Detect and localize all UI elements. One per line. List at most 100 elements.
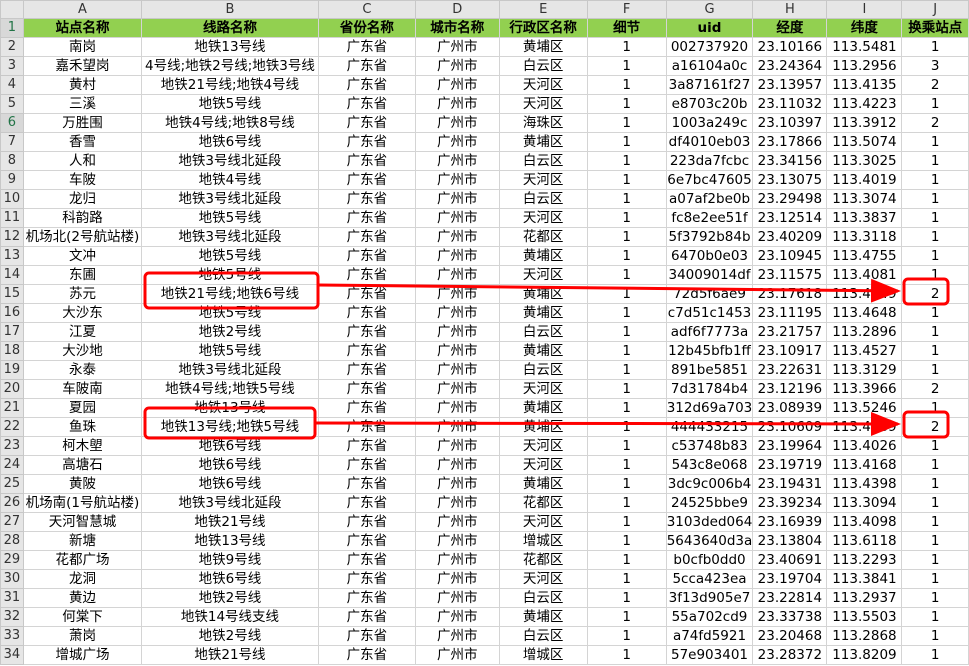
cell-g18[interactable]: 12b45bfb1ff [665, 341, 754, 361]
cell-f29[interactable]: 1 [586, 550, 667, 570]
cell-d5[interactable]: 广州市 [414, 94, 500, 114]
cell-a21[interactable]: 夏园 [22, 398, 143, 418]
cell-e6[interactable]: 海珠区 [498, 113, 588, 133]
cell-b29[interactable]: 地铁9号线 [141, 550, 319, 570]
cell-j4[interactable]: 2 [901, 75, 969, 95]
cell-c16[interactable]: 广东省 [317, 303, 416, 323]
cell-a27[interactable]: 天河智慧城 [22, 512, 143, 532]
cell-j21[interactable]: 1 [901, 398, 969, 418]
cell-g26[interactable]: 24525bbe9 [665, 493, 754, 513]
cell-g8[interactable]: 223da7fcbc [665, 151, 754, 171]
cell-b24[interactable]: 地铁6号线 [141, 455, 319, 475]
cell-d15[interactable]: 广州市 [414, 284, 500, 304]
cell-b4[interactable]: 地铁21号线;地铁4号线 [141, 75, 319, 95]
cell-e3[interactable]: 白云区 [498, 56, 588, 76]
cell-a8[interactable]: 人和 [22, 151, 143, 171]
cell-b25[interactable]: 地铁6号线 [141, 474, 319, 494]
cell-h5[interactable]: 23.11032 [752, 94, 828, 114]
cell-h31[interactable]: 23.22814 [752, 588, 828, 608]
cell-i4[interactable]: 113.4135 [826, 75, 903, 95]
cell-j28[interactable]: 1 [901, 531, 969, 551]
cell-f17[interactable]: 1 [586, 322, 667, 342]
cell-a15[interactable]: 苏元 [22, 284, 143, 304]
cell-c17[interactable]: 广东省 [317, 322, 416, 342]
column-header-b[interactable]: B [141, 0, 319, 19]
cell-g24[interactable]: 543c8e068 [665, 455, 754, 475]
cell-c30[interactable]: 广东省 [317, 569, 416, 589]
row-number[interactable]: 1 [0, 18, 24, 38]
cell-d14[interactable]: 广州市 [414, 265, 500, 285]
cell-f27[interactable]: 1 [586, 512, 667, 532]
header-cell-e[interactable]: 行政区名称 [498, 18, 588, 38]
cell-g27[interactable]: 3103ded064 [665, 512, 754, 532]
cell-c4[interactable]: 广东省 [317, 75, 416, 95]
cell-g31[interactable]: 3f13d905e7 [665, 588, 754, 608]
cell-f30[interactable]: 1 [586, 569, 667, 589]
cell-i12[interactable]: 113.3118 [826, 227, 903, 247]
cell-i14[interactable]: 113.4081 [826, 265, 903, 285]
cell-b7[interactable]: 地铁6号线 [141, 132, 319, 152]
cell-h19[interactable]: 23.22631 [752, 360, 828, 380]
cell-c27[interactable]: 广东省 [317, 512, 416, 532]
cell-i13[interactable]: 113.4755 [826, 246, 903, 266]
cell-b6[interactable]: 地铁4号线;地铁8号线 [141, 113, 319, 133]
cell-i31[interactable]: 113.2937 [826, 588, 903, 608]
cell-e9[interactable]: 天河区 [498, 170, 588, 190]
cell-b3[interactable]: 4号线;地铁2号线;地铁3号线 [141, 56, 319, 76]
cell-e28[interactable]: 增城区 [498, 531, 588, 551]
cell-d9[interactable]: 广州市 [414, 170, 500, 190]
cell-g10[interactable]: a07af2be0b [665, 189, 754, 209]
cell-a6[interactable]: 万胜围 [22, 113, 143, 133]
cell-g12[interactable]: 5f3792b84b [665, 227, 754, 247]
row-number[interactable]: 15 [0, 284, 24, 304]
cell-f11[interactable]: 1 [586, 208, 667, 228]
cell-j11[interactable]: 1 [901, 208, 969, 228]
cell-i32[interactable]: 113.5503 [826, 607, 903, 627]
cell-a7[interactable]: 香雪 [22, 132, 143, 152]
cell-g5[interactable]: e8703c20b [665, 94, 754, 114]
cell-d28[interactable]: 广州市 [414, 531, 500, 551]
cell-c22[interactable]: 广东省 [317, 417, 416, 437]
cell-d25[interactable]: 广州市 [414, 474, 500, 494]
cell-a3[interactable]: 嘉禾望岗 [22, 56, 143, 76]
cell-d8[interactable]: 广州市 [414, 151, 500, 171]
cell-f15[interactable]: 1 [586, 284, 667, 304]
cell-f13[interactable]: 1 [586, 246, 667, 266]
header-cell-b[interactable]: 线路名称 [141, 18, 319, 38]
cell-j22[interactable]: 2 [901, 417, 969, 437]
cell-i7[interactable]: 113.5074 [826, 132, 903, 152]
cell-d26[interactable]: 广州市 [414, 493, 500, 513]
cell-a33[interactable]: 萧岗 [22, 626, 143, 646]
cell-j32[interactable]: 1 [901, 607, 969, 627]
cell-b32[interactable]: 地铁14号线支线 [141, 607, 319, 627]
cell-f8[interactable]: 1 [586, 151, 667, 171]
cell-h18[interactable]: 23.10917 [752, 341, 828, 361]
cell-e10[interactable]: 白云区 [498, 189, 588, 209]
column-header-h[interactable]: H [752, 0, 828, 19]
cell-b14[interactable]: 地铁5号线 [141, 265, 319, 285]
cell-f7[interactable]: 1 [586, 132, 667, 152]
cell-f4[interactable]: 1 [586, 75, 667, 95]
row-number[interactable]: 31 [0, 588, 24, 608]
cell-d27[interactable]: 广州市 [414, 512, 500, 532]
cell-h3[interactable]: 23.24364 [752, 56, 828, 76]
cell-i25[interactable]: 113.4398 [826, 474, 903, 494]
cell-i30[interactable]: 113.3841 [826, 569, 903, 589]
cell-h26[interactable]: 23.39234 [752, 493, 828, 513]
header-cell-h[interactable]: 经度 [752, 18, 828, 38]
cell-g29[interactable]: b0cfb0dd0 [665, 550, 754, 570]
cell-g33[interactable]: a74fd5921 [665, 626, 754, 646]
cell-e23[interactable]: 天河区 [498, 436, 588, 456]
cell-h21[interactable]: 23.08939 [752, 398, 828, 418]
cell-b15[interactable]: 地铁21号线;地铁6号线 [141, 284, 319, 304]
cell-d34[interactable]: 广州市 [414, 645, 500, 665]
column-header-g[interactable]: G [665, 0, 754, 19]
cell-e22[interactable]: 黄埔区 [498, 417, 588, 437]
cell-a18[interactable]: 大沙地 [22, 341, 143, 361]
cell-i3[interactable]: 113.2956 [826, 56, 903, 76]
cell-a28[interactable]: 新塘 [22, 531, 143, 551]
cell-j18[interactable]: 1 [901, 341, 969, 361]
cell-a5[interactable]: 三溪 [22, 94, 143, 114]
cell-e21[interactable]: 黄埔区 [498, 398, 588, 418]
cell-h20[interactable]: 23.12196 [752, 379, 828, 399]
